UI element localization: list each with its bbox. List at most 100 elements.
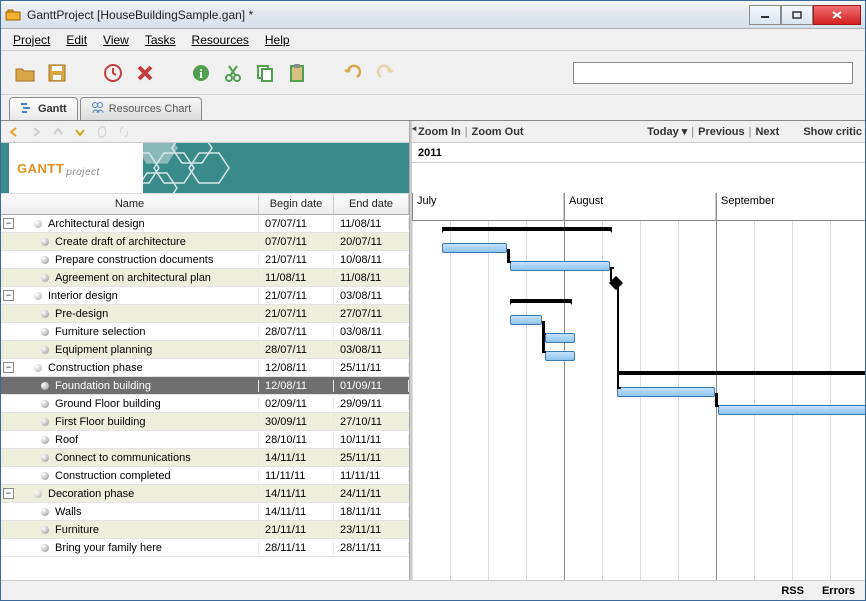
delete-icon[interactable] [133,61,157,85]
task-bar[interactable] [545,351,575,361]
expander-icon[interactable]: − [3,488,14,499]
nav-up-icon[interactable] [49,123,67,141]
task-row[interactable]: −Interior design21/07/1103/08/11 [1,287,409,305]
link-icon[interactable] [93,123,111,141]
task-name: Furniture [55,524,99,536]
task-begin: 21/07/11 [259,254,334,266]
expander-icon[interactable]: − [3,362,14,373]
task-row[interactable]: Furniture selection28/07/1103/08/11 [1,323,409,341]
expander-icon[interactable]: − [3,290,14,301]
task-bullet-icon [34,292,42,300]
divider: | [465,126,468,138]
task-row[interactable]: Equipment planning28/07/1103/08/11 [1,341,409,359]
col-name[interactable]: Name [1,194,259,214]
show-critical-button[interactable]: Show critic [803,126,862,138]
task-bullet-icon [34,490,42,498]
task-bar[interactable] [442,243,507,253]
paste-icon[interactable] [285,61,309,85]
task-bar[interactable] [718,405,865,415]
task-row[interactable]: −Decoration phase14/11/1124/11/11 [1,485,409,503]
next-button[interactable]: Next [755,126,779,138]
summary-bar[interactable] [510,299,572,303]
cut-icon[interactable] [221,61,245,85]
close-button[interactable] [813,5,861,25]
task-bullet-icon [41,508,49,516]
task-begin: 12/08/11 [259,380,334,392]
undo-icon[interactable] [341,61,365,85]
task-end: 01/09/11 [334,380,409,392]
task-bullet-icon [41,256,49,264]
task-bar[interactable] [545,333,575,343]
task-bar[interactable] [510,315,542,325]
task-name: Walls [55,506,81,518]
menu-tasks[interactable]: Tasks [139,31,182,49]
menu-project[interactable]: Project [7,31,56,49]
tab-resources[interactable]: Resources Chart [80,97,203,120]
summary-bar[interactable] [617,371,865,375]
nav-forward-icon[interactable] [27,123,45,141]
task-bullet-icon [41,382,49,390]
minimize-button[interactable] [749,5,781,25]
task-row[interactable]: First Floor building30/09/1127/10/11 [1,413,409,431]
clock-icon[interactable] [101,61,125,85]
window-title: GanttProject [HouseBuildingSample.gan] * [27,8,749,22]
previous-button[interactable]: Previous [698,126,744,138]
task-row[interactable]: −Construction phase12/08/1125/11/11 [1,359,409,377]
summary-bar[interactable] [442,227,612,231]
today-button[interactable]: Today ▾ [647,125,687,138]
save-icon[interactable] [45,61,69,85]
task-bullet-icon [41,472,49,480]
col-begin[interactable]: Begin date [259,194,334,214]
task-bar[interactable] [617,387,715,397]
task-row[interactable]: Connect to communications14/11/1125/11/1… [1,449,409,467]
task-begin: 14/11/11 [259,506,334,518]
task-row[interactable]: Roof28/10/1110/11/11 [1,431,409,449]
tabstrip: Gantt Resources Chart [1,95,865,121]
task-row[interactable]: Foundation building12/08/1101/09/11 [1,377,409,395]
zoom-out-button[interactable]: Zoom Out [472,126,524,138]
month-header: July August September [412,193,865,221]
copy-icon[interactable] [253,61,277,85]
task-row[interactable]: Prepare construction documents21/07/1110… [1,251,409,269]
menu-help[interactable]: Help [259,31,296,49]
status-rss[interactable]: RSS [781,585,804,597]
app-icon [5,7,21,23]
task-row[interactable]: Agreement on architectural plan11/08/111… [1,269,409,287]
status-errors[interactable]: Errors [822,585,855,597]
maximize-button[interactable] [781,5,813,25]
task-row[interactable]: Construction completed11/11/1111/11/11 [1,467,409,485]
info-icon[interactable]: i [189,61,213,85]
task-row[interactable]: Walls14/11/1118/11/11 [1,503,409,521]
task-bar[interactable] [510,261,610,271]
task-begin: 11/11/11 [259,470,334,482]
menu-edit[interactable]: Edit [60,31,93,49]
task-name: Construction completed [55,470,171,482]
search-input[interactable] [573,62,853,84]
task-row[interactable]: Bring your family here28/11/1128/11/11 [1,539,409,557]
open-icon[interactable] [13,61,37,85]
task-row[interactable]: −Architectural design07/07/1111/08/11 [1,215,409,233]
expander-icon[interactable]: − [3,218,14,229]
redo-icon[interactable] [373,61,397,85]
nav-back-icon[interactable] [5,123,23,141]
nav-down-icon[interactable] [71,123,89,141]
unlink-icon[interactable] [115,123,133,141]
menu-view[interactable]: View [97,31,135,49]
menu-resources[interactable]: Resources [186,31,255,49]
task-row[interactable]: Furniture21/11/1123/11/11 [1,521,409,539]
task-bullet-icon [41,436,49,444]
col-end[interactable]: End date [334,194,409,214]
task-row[interactable]: Ground Floor building02/09/1129/09/11 [1,395,409,413]
titlebar: GanttProject [HouseBuildingSample.gan] * [1,1,865,29]
table-header: Name Begin date End date [1,193,409,215]
task-end: 23/11/11 [334,524,409,536]
zoom-in-button[interactable]: Zoom In [418,126,461,138]
task-row[interactable]: Create draft of architecture07/07/1120/0… [1,233,409,251]
task-row[interactable]: Pre-design21/07/1127/07/11 [1,305,409,323]
task-begin: 12/08/11 [259,362,334,374]
tab-gantt[interactable]: Gantt [9,97,78,120]
gantt-chart[interactable] [412,221,865,580]
task-bullet-icon [41,544,49,552]
task-bullet-icon [41,346,49,354]
task-name: Interior design [48,290,118,302]
